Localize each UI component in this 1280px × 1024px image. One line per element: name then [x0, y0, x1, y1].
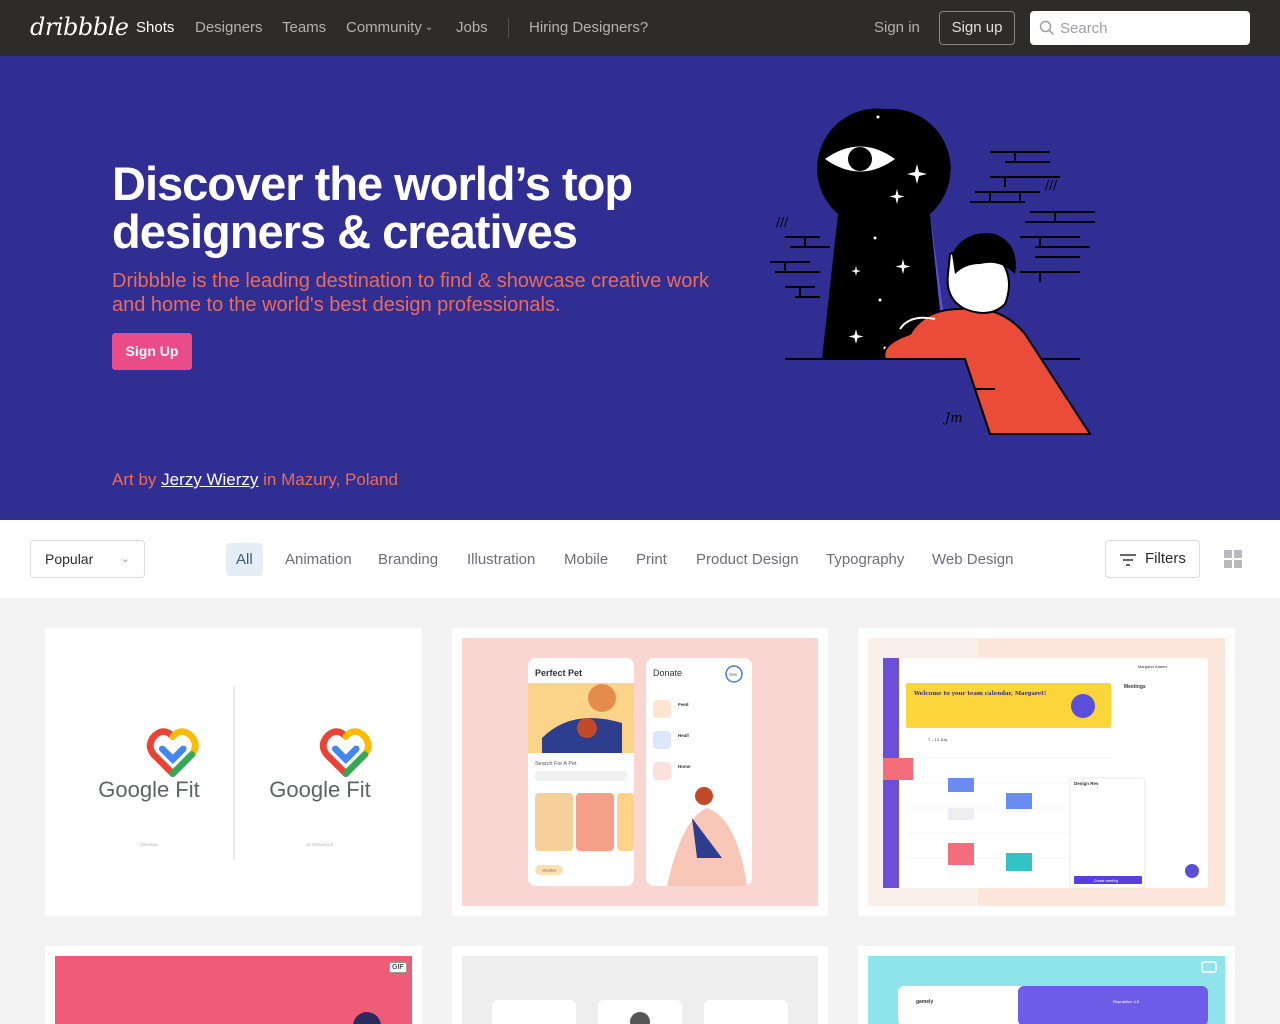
nav-jobs[interactable]: Jobs	[456, 19, 488, 36]
phone1-search: Search For A Pet	[535, 761, 577, 767]
dashboard-panel-title: Meetings	[1124, 684, 1146, 690]
category-mobile[interactable]: Mobile	[564, 543, 608, 576]
phone1-tab: Shelter	[542, 868, 557, 873]
hero-subtitle: Dribbble is the leading destination to f…	[112, 270, 709, 316]
nav-shots[interactable]: Shots	[136, 19, 174, 36]
nav-teams[interactable]: Teams	[282, 19, 326, 36]
filters-button-label: Filters	[1145, 550, 1186, 567]
artist-link[interactable]: Jerzy Wierzy	[161, 470, 258, 489]
category-all[interactable]: All	[226, 543, 263, 576]
nav-community[interactable]: Community ⌄	[346, 19, 433, 36]
top-navbar: dribbble Shots Designers Teams Community…	[0, 0, 1280, 56]
nav-designers[interactable]: Designers	[195, 19, 263, 36]
svg-text:///: ///	[1045, 178, 1058, 192]
phone2-item-heall: Heall	[678, 733, 689, 738]
hero-art-credit: Art by Jerzy Wierzy in Mazury, Poland	[112, 470, 398, 490]
chevron-down-icon: ⌄	[120, 553, 130, 565]
google-fit-wordmark-left: Google Fit	[98, 777, 200, 802]
caption-original: ORIGINAL	[139, 842, 159, 847]
shot-card-5[interactable]	[452, 946, 828, 1024]
sign-up-button[interactable]: Sign up	[939, 11, 1015, 45]
dashboard-range: 7 – 13 July	[928, 737, 947, 742]
shot-thumbnail: Margaret Adams Welcome to your team cale…	[858, 628, 1235, 916]
sort-select[interactable]: Popular ⌄	[30, 540, 145, 578]
gif-badge: GIF	[389, 962, 407, 973]
google-fit-wordmark-right: Google Fit	[269, 777, 371, 802]
dashboard-banner: Welcome to your team calendar, Margaret!	[913, 691, 1046, 697]
shot-thumbnail: Google Fit Google Fit ORIGINAL ALTERNATI…	[45, 628, 422, 916]
gamely-brand: gamely	[916, 999, 933, 1005]
hero-banner: Discover the world’s top designers & cre…	[0, 56, 1280, 520]
gamely-meta: Reputation 4.8	[1113, 999, 1140, 1004]
category-animation[interactable]: Animation	[285, 543, 352, 576]
sort-select-value: Popular	[45, 551, 94, 567]
phone2-item-home: Home	[678, 764, 691, 769]
nav-community-label: Community	[346, 19, 422, 36]
credit-suffix: in Mazury, Poland	[263, 470, 398, 489]
keyhole-illustration: /// /// /// Jm	[770, 108, 1095, 435]
sign-in-link[interactable]: Sign in	[874, 19, 920, 36]
search-icon	[1039, 20, 1055, 36]
hero-sign-up-button[interactable]: Sign Up	[112, 333, 192, 370]
category-branding[interactable]: Branding	[378, 543, 438, 576]
category-product-design[interactable]: Product Design	[696, 543, 799, 576]
shot-card-google-fit[interactable]: Google Fit Google Fit ORIGINAL ALTERNATI…	[45, 628, 422, 916]
search-box	[1030, 11, 1250, 45]
phone1-title: Perfect Pet	[535, 668, 582, 678]
filters-button[interactable]: Filters	[1105, 540, 1200, 578]
shot-thumbnail: gamely Reputation 4.8	[858, 946, 1235, 1024]
grid-view-icon[interactable]	[1224, 550, 1242, 568]
category-web-design[interactable]: Web Design	[932, 543, 1013, 576]
filter-lines-icon	[1120, 554, 1136, 566]
shot-card-4[interactable]: GIF	[45, 946, 422, 1024]
shot-thumbnail	[45, 946, 422, 1024]
dribbble-logo[interactable]: dribbble	[30, 13, 129, 41]
shot-card-team-calendar[interactable]: Margaret Adams Welcome to your team cale…	[858, 628, 1235, 916]
artist-signature: Jm	[942, 411, 963, 426]
phone2-item-feed: Feed	[678, 702, 689, 707]
category-typography[interactable]: Typography	[826, 543, 904, 576]
phone2-title: Donate	[653, 668, 682, 678]
svg-text:///: ///	[776, 215, 789, 229]
dashboard-popup: Design Rev	[1074, 781, 1099, 786]
category-illustration[interactable]: Illustration	[467, 543, 535, 576]
search-input[interactable]	[1060, 11, 1246, 45]
credit-prefix: Art by	[112, 470, 157, 489]
filter-bar: Popular ⌄ All Animation Branding Illustr…	[0, 520, 1280, 598]
shot-card-6[interactable]: gamely Reputation 4.8	[858, 946, 1235, 1024]
nav-divider	[508, 18, 509, 38]
shot-thumbnail	[452, 946, 828, 1024]
caption-alternative: ALTERNATIVE	[307, 842, 334, 847]
chevron-down-icon: ⌄	[424, 22, 434, 33]
shot-card-perfect-pet[interactable]: Perfect Pet Search For A Pet Shelter Don…	[452, 628, 828, 916]
dashboard-cta: Create meeting	[1094, 879, 1118, 883]
phone2-badge: 70%	[729, 672, 737, 677]
shot-thumbnail: Perfect Pet Search For A Pet Shelter Don…	[452, 628, 828, 916]
hero-title: Discover the world’s top designers & cre…	[112, 157, 633, 258]
dashboard-user: Margaret Adams	[1138, 664, 1167, 669]
nav-hiring-designers[interactable]: Hiring Designers?	[529, 19, 648, 36]
category-print[interactable]: Print	[636, 543, 667, 576]
